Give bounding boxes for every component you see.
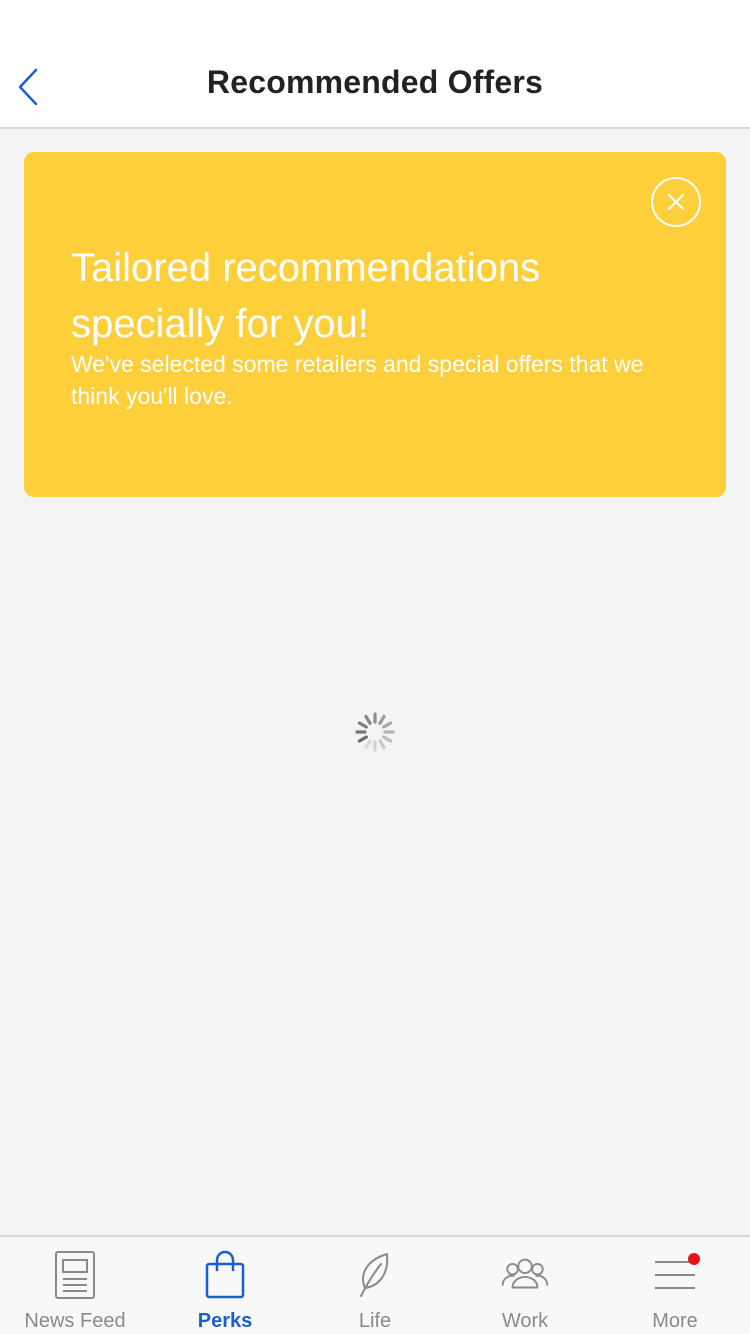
newspaper-icon: [51, 1249, 99, 1301]
promo-banner: Tailored recommendations specially for y…: [24, 152, 726, 497]
close-icon: [668, 194, 684, 210]
tab-label: Life: [358, 1310, 392, 1332]
promo-close-button[interactable]: [651, 177, 701, 227]
bottom-tab-bar: News Feed Perks Life Work More: [0, 1235, 750, 1334]
tab-label: Perks: [197, 1310, 253, 1332]
navigation-header: Recommended Offers: [0, 0, 750, 129]
promo-description: We've selected some retailers and specia…: [71, 351, 644, 409]
tab-perks[interactable]: Perks: [150, 1237, 300, 1334]
tab-label: News Feed: [24, 1310, 126, 1332]
people-icon: [501, 1249, 549, 1301]
tab-label: Work: [501, 1310, 549, 1332]
tab-work[interactable]: Work: [450, 1237, 600, 1334]
app-screen: Recommended Offers Tailored recommendati…: [0, 0, 750, 1334]
notification-badge: [688, 1253, 700, 1265]
shopping-bag-icon: [201, 1249, 249, 1301]
tab-news-feed[interactable]: News Feed: [0, 1237, 150, 1334]
tab-more[interactable]: More: [600, 1237, 750, 1334]
page-title: Recommended Offers: [206, 64, 544, 100]
tab-life[interactable]: Life: [300, 1237, 450, 1334]
loading-spinner: [354, 711, 396, 753]
promo-heading: Tailored recommendations specially for y…: [71, 246, 541, 346]
tab-label: More: [652, 1310, 698, 1332]
spinner-icon: [355, 712, 395, 752]
leaf-icon: [351, 1249, 399, 1301]
